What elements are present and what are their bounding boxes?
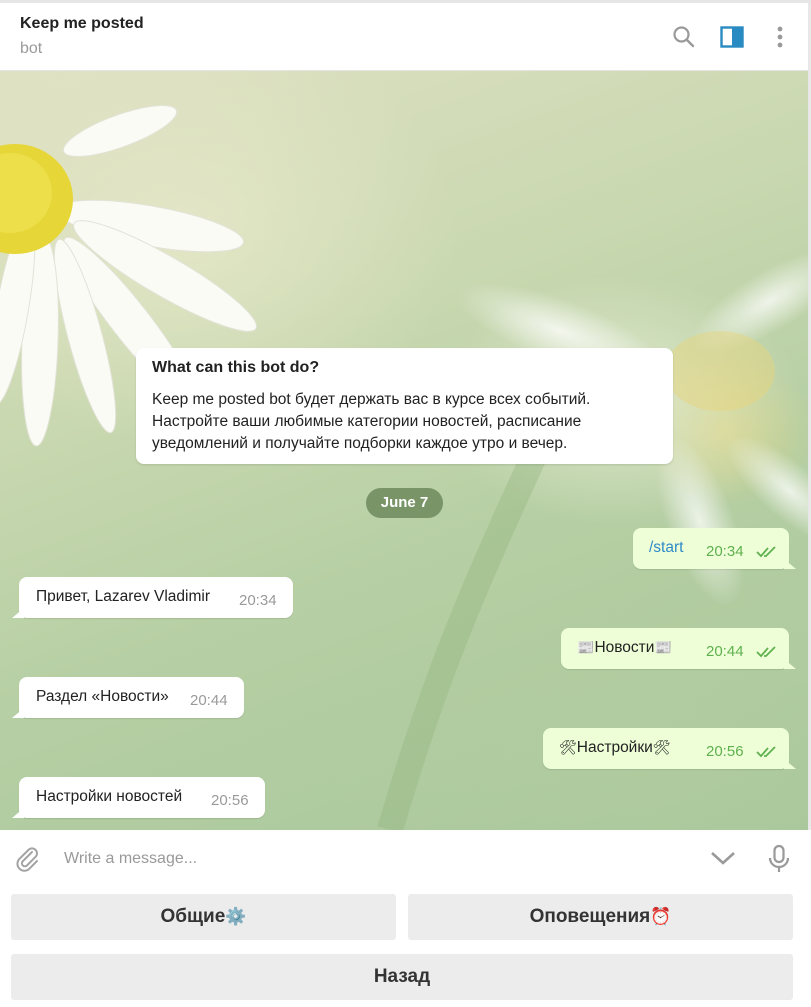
message-bubble-incoming[interactable]: Настройки новостей 20:56 [19, 777, 265, 818]
read-check-icon [756, 546, 776, 558]
keyboard-toggle-icon[interactable] [709, 849, 737, 872]
search-icon[interactable] [671, 24, 697, 50]
message-bubble-incoming[interactable]: Раздел «Новости» 20:44 [19, 677, 244, 718]
microphone-icon[interactable] [766, 844, 792, 879]
tools-emoji: 🛠 [559, 739, 577, 755]
bot-info-description: Keep me posted bot будет держать вас в к… [152, 391, 591, 452]
message-text: Привет, Lazarev Vladimir [36, 588, 211, 605]
keyboard-button-notifications[interactable]: Оповещения⏰ [408, 894, 793, 940]
chat-area[interactable]: What can this bot do? Keep me posted bot… [0, 71, 811, 830]
message-bubble-outgoing[interactable]: /start 20:34 [633, 528, 789, 569]
message-input[interactable] [62, 844, 666, 874]
newspaper-emoji: 📰 [577, 639, 595, 655]
read-check-icon [756, 746, 776, 758]
chat-title[interactable]: Keep me posted [20, 15, 144, 33]
message-time: 20:34 [239, 592, 277, 609]
bot-info-card: What can this bot do? Keep me posted bot… [136, 348, 673, 464]
reply-keyboard: Общие⚙️ Оповещения⏰ Назад [0, 886, 811, 1007]
bot-info-title: What can this bot do? [152, 359, 320, 376]
keyboard-button-general[interactable]: Общие⚙️ [11, 894, 396, 940]
more-icon[interactable] [767, 24, 793, 50]
keyboard-button-back[interactable]: Назад [11, 954, 793, 1000]
gear-emoji: ⚙️ [225, 907, 247, 926]
message-bubble-incoming[interactable]: Привет, Lazarev Vladimir 20:34 [19, 577, 293, 618]
message-bubble-outgoing[interactable]: 📰Новости📰 20:44 [561, 628, 789, 669]
message-bubble-outgoing[interactable]: 🛠Настройки🛠 20:56 [543, 728, 789, 769]
message-composer [0, 830, 811, 886]
command-link[interactable]: /start [649, 539, 683, 557]
chat-subtitle: bot [20, 40, 43, 57]
message-text: 🛠Настройки🛠 [559, 739, 671, 756]
tools-emoji: 🛠 [652, 739, 671, 755]
attach-icon[interactable] [13, 844, 43, 879]
chat-header: Keep me posted bot [0, 3, 811, 71]
read-check-icon [756, 646, 776, 658]
message-text: Настройки новостей [36, 788, 183, 805]
message-text: Раздел «Новости» [36, 688, 169, 705]
message-time: 20:34 [706, 543, 744, 560]
date-separator: June 7 [366, 488, 443, 518]
message-time: 20:44 [706, 643, 744, 660]
message-time: 20:44 [190, 692, 228, 709]
alarm-clock-emoji: ⏰ [650, 907, 672, 926]
newspaper-emoji: 📰 [654, 639, 672, 655]
sidebar-toggle-icon[interactable] [719, 24, 745, 50]
message-time: 20:56 [211, 792, 249, 809]
message-text: 📰Новости📰 [577, 639, 672, 656]
message-time: 20:56 [706, 743, 744, 760]
